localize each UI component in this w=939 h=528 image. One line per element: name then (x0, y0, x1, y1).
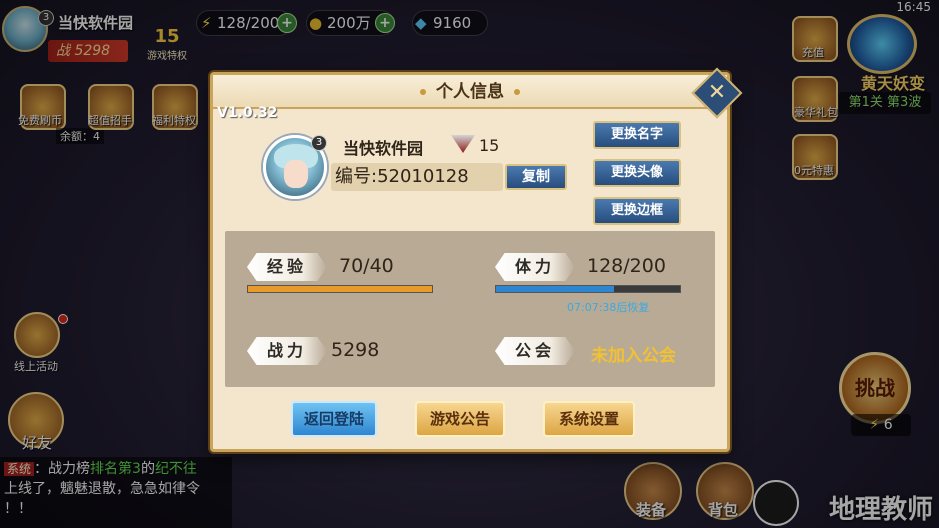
dialog-title: 个人信息 (436, 82, 504, 102)
exp-bar-fill (248, 286, 432, 292)
player-name: 当快软件园 (343, 139, 424, 158)
change-name-button[interactable]: 更换名字 (593, 121, 681, 149)
header-dot-right-icon (514, 89, 520, 95)
stamina-recovery-timer: 07:07:38后恢复 (567, 301, 650, 314)
power-value: 5298 (331, 339, 380, 361)
header-dot-left-icon (420, 89, 426, 95)
personal-info-dialog: 个人信息 ✕ V1.0.32 3 当快软件园 15 编号:52010128 复制… (210, 67, 743, 452)
exp-bar (247, 285, 433, 293)
player-id: 编号:52010128 (331, 163, 503, 191)
stamina-bar (495, 285, 681, 293)
change-frame-button[interactable]: 更换边框 (593, 197, 681, 225)
close-x-icon: ✕ (707, 80, 727, 105)
copy-id-button[interactable]: 复制 (505, 164, 567, 190)
rank-shield-icon (451, 135, 475, 153)
exp-value: 70/40 (339, 255, 394, 277)
back-to-login-button[interactable]: 返回登陆 (291, 401, 377, 437)
guild-label: 公会 (495, 337, 575, 365)
exp-label: 经验 (247, 253, 327, 281)
avatar-face (284, 160, 308, 188)
change-avatar-button[interactable]: 更换头像 (593, 159, 681, 187)
stats-panel: 经验 70/40 体力 128/200 07:07:38后恢复 战力 5298 … (225, 231, 715, 387)
rank-level: 15 (479, 136, 500, 155)
power-label: 战力 (247, 337, 327, 365)
player-level-badge: 3 (311, 135, 327, 151)
stamina-label: 体力 (495, 253, 575, 281)
stamina-value: 128/200 (587, 255, 666, 277)
game-announcement-button[interactable]: 游戏公告 (415, 401, 505, 437)
stamina-bar-fill (496, 286, 614, 292)
dialog-header: 个人信息 (213, 75, 727, 109)
system-settings-button[interactable]: 系统设置 (543, 401, 635, 437)
version-text: V1.0.32 (217, 105, 278, 121)
guild-value: 未加入公会 (591, 346, 676, 366)
